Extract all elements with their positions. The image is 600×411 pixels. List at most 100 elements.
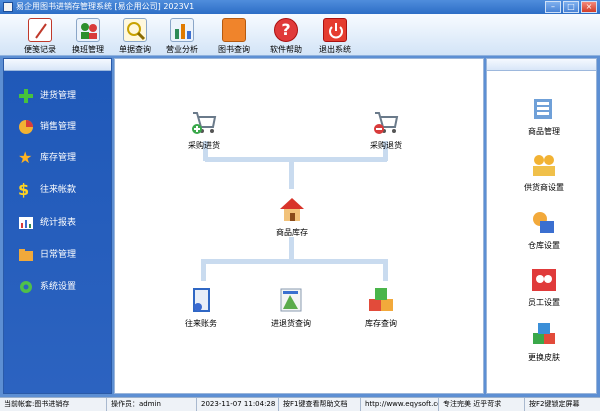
status-website[interactable]: http://www.eqysoft.com/ bbox=[361, 398, 439, 411]
sidebar: 进货管理 销售管理 ★ 库存管理 $ 往来帐款 统计报表 日常管理 系统设置 bbox=[3, 58, 112, 394]
toolbar-analysis-button[interactable]: 营业分析 bbox=[158, 17, 206, 55]
sidebar-item-purchase[interactable]: 进货管理 bbox=[14, 85, 109, 107]
toolbar-notepad-button[interactable]: 便笺记录 bbox=[16, 17, 64, 55]
right-panel-label: 供货商设置 bbox=[524, 183, 564, 192]
people-icon bbox=[76, 18, 100, 42]
inout-query-node[interactable]: 进退货查询 bbox=[258, 285, 324, 329]
toolbar-book-query-button[interactable]: 图书查询 bbox=[210, 17, 258, 55]
title-bar: 易企用图书进销存管理系统 [易企用公司] 2023V1 – □ × bbox=[0, 0, 600, 14]
status-datetime: 2023-11-07 11:04:28 bbox=[197, 398, 279, 411]
document-chart-icon bbox=[276, 285, 306, 315]
skin-icon bbox=[530, 321, 558, 349]
sidebar-item-label: 进货管理 bbox=[40, 91, 77, 101]
close-button[interactable]: × bbox=[581, 1, 597, 13]
flow-connector bbox=[205, 157, 387, 162]
book-icon bbox=[222, 18, 246, 42]
purchase-in-node[interactable]: 采购进货 bbox=[171, 107, 237, 151]
product-management-button[interactable]: 商品管理 bbox=[512, 95, 576, 145]
supplier-icon bbox=[530, 151, 558, 179]
supplier-settings-button[interactable]: 供货商设置 bbox=[512, 151, 576, 201]
flow-connector bbox=[201, 259, 387, 264]
workflow-panel: 采购进货 采购退货 商品库存 往来账务 进退货查询 库存查询 bbox=[114, 58, 484, 394]
star-icon: ★ bbox=[18, 148, 33, 167]
node-label: 采购进货 bbox=[188, 141, 220, 150]
product-icon bbox=[530, 95, 558, 123]
inventory-node[interactable]: 商品库存 bbox=[259, 194, 325, 238]
toolbar-label: 便笺记录 bbox=[24, 45, 56, 54]
status-f2-hint: 按F2键锁定屏幕 bbox=[529, 400, 580, 408]
right-panel-label: 仓库设置 bbox=[528, 241, 560, 250]
sidebar-item-label: 库存管理 bbox=[40, 153, 77, 163]
toolbar-label: 营业分析 bbox=[166, 45, 198, 54]
boxes-icon bbox=[366, 285, 396, 315]
minimize-button[interactable]: – bbox=[545, 1, 561, 13]
node-label: 库存查询 bbox=[365, 319, 397, 328]
right-panel-header bbox=[487, 59, 596, 71]
sidebar-item-accounts[interactable]: $ 往来帐款 bbox=[14, 179, 109, 201]
bar-chart-icon bbox=[170, 18, 194, 42]
search-icon bbox=[123, 18, 147, 42]
accounts-node[interactable]: 往来账务 bbox=[168, 285, 234, 329]
toolbar: 便笺记录 换班管理 单据查询 营业分析 图书查询 ? 软件帮助 退出系统 bbox=[0, 14, 600, 56]
folder-icon bbox=[18, 247, 34, 263]
power-icon bbox=[323, 18, 347, 42]
sidebar-item-sales[interactable]: 销售管理 bbox=[14, 116, 109, 138]
flow-connector bbox=[383, 259, 388, 281]
flow-connector bbox=[289, 237, 294, 259]
stock-query-node[interactable]: 库存查询 bbox=[348, 285, 414, 329]
status-slogan: 专注完美 近乎苛求 bbox=[439, 398, 525, 411]
window-title: 易企用图书进销存管理系统 [易企用公司] 2023V1 bbox=[16, 2, 195, 11]
status-current-module: 当前帐套:图书进销存 bbox=[0, 398, 107, 411]
flow-connector bbox=[289, 159, 294, 189]
status-operator: 操作员：admin bbox=[107, 398, 197, 411]
cart-add-icon bbox=[189, 107, 219, 137]
status-help-hint: 按F1键查看帮助文档 bbox=[279, 398, 361, 411]
toolbar-shift-button[interactable]: 换班管理 bbox=[64, 17, 112, 55]
purchase-return-node[interactable]: 采购退货 bbox=[353, 107, 419, 151]
staff-icon bbox=[530, 266, 558, 294]
sidebar-item-daily[interactable]: 日常管理 bbox=[14, 244, 109, 266]
sidebar-item-inventory[interactable]: ★ 库存管理 bbox=[14, 147, 109, 169]
change-skin-button[interactable]: 更换皮肤 bbox=[512, 321, 576, 371]
report-icon bbox=[18, 215, 34, 231]
toolbar-search-button[interactable]: 单据查询 bbox=[111, 17, 159, 55]
sidebar-item-reports[interactable]: 统计报表 bbox=[14, 212, 109, 234]
sidebar-item-settings[interactable]: 系统设置 bbox=[14, 276, 109, 298]
notepad-icon bbox=[28, 18, 52, 42]
right-panel: 商品管理 供货商设置 仓库设置 员工设置 更换皮肤 bbox=[486, 58, 597, 394]
main-window: 易企用图书进销存管理系统 [易企用公司] 2023V1 – □ × 便笺记录 换… bbox=[0, 0, 600, 411]
ledger-icon bbox=[186, 285, 216, 315]
dollar-icon: $ bbox=[18, 180, 30, 199]
node-label: 往来账务 bbox=[185, 319, 217, 328]
sidebar-item-label: 销售管理 bbox=[40, 122, 77, 132]
toolbar-label: 单据查询 bbox=[119, 45, 151, 54]
sidebar-item-label: 往来帐款 bbox=[40, 185, 77, 195]
status-bar: 当前帐套:图书进销存 操作员：admin 2023-11-07 11:04:28… bbox=[0, 397, 600, 411]
pie-chart-icon bbox=[18, 119, 34, 135]
node-label: 进退货查询 bbox=[271, 319, 311, 328]
help-icon: ? bbox=[274, 18, 298, 42]
staff-settings-button[interactable]: 员工设置 bbox=[512, 266, 576, 316]
flow-connector bbox=[201, 259, 206, 281]
warehouse-settings-button[interactable]: 仓库设置 bbox=[512, 209, 576, 259]
toolbar-help-button[interactable]: ? 软件帮助 bbox=[262, 17, 310, 55]
maximize-button[interactable]: □ bbox=[563, 1, 579, 13]
node-label: 采购退货 bbox=[370, 141, 402, 150]
cart-remove-icon bbox=[371, 107, 401, 137]
node-label: 商品库存 bbox=[276, 228, 308, 237]
toolbar-exit-button[interactable]: 退出系统 bbox=[311, 17, 359, 55]
warehouse-icon bbox=[530, 209, 558, 237]
gear-icon bbox=[18, 279, 34, 295]
sidebar-header bbox=[4, 59, 111, 71]
toolbar-label: 图书查询 bbox=[218, 45, 250, 54]
toolbar-label: 退出系统 bbox=[319, 45, 351, 54]
sidebar-item-label: 系统设置 bbox=[40, 282, 77, 292]
toolbar-label: 软件帮助 bbox=[270, 45, 302, 54]
right-panel-label: 商品管理 bbox=[528, 127, 560, 136]
sidebar-item-label: 统计报表 bbox=[40, 218, 77, 228]
sidebar-item-label: 日常管理 bbox=[40, 250, 77, 260]
house-icon bbox=[277, 194, 307, 224]
toolbar-label: 换班管理 bbox=[72, 45, 104, 54]
right-panel-label: 更换皮肤 bbox=[528, 353, 560, 362]
app-icon bbox=[3, 2, 13, 12]
